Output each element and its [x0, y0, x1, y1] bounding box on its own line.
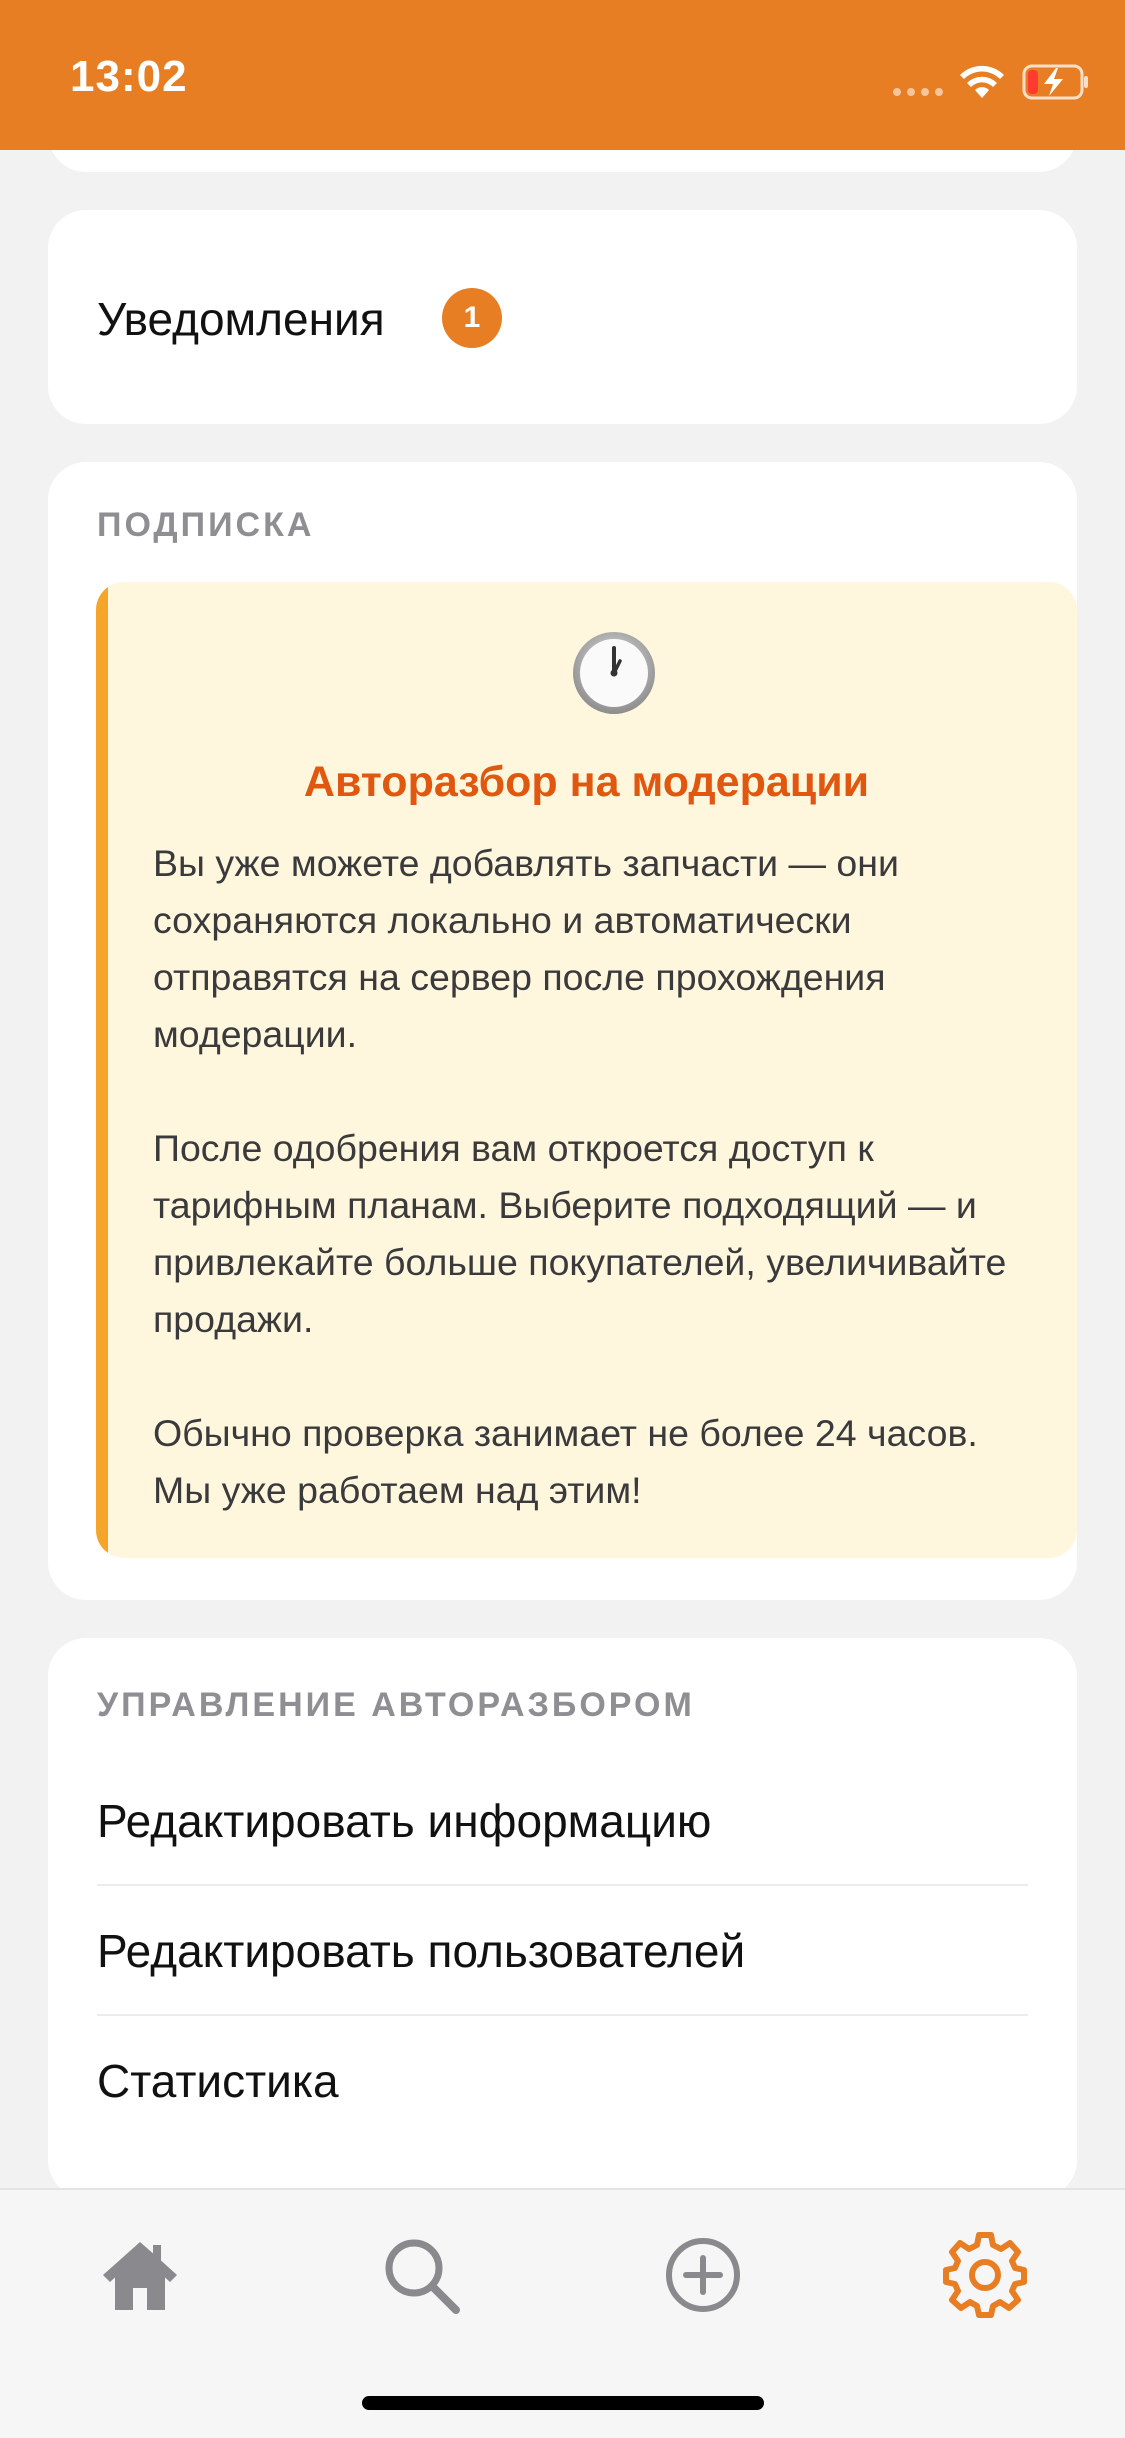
tab-settings[interactable] [940, 2230, 1030, 2320]
management-card: УПРАВЛЕНИЕ АВТОРАЗБОРОМ Редактировать ин… [48, 1638, 1077, 2198]
moderation-paragraph: После одобрения вам откроется доступ к т… [153, 1127, 1007, 1340]
search-icon [385, 2239, 460, 2314]
status-time: 13:02 [70, 52, 188, 101]
status-bar: 13:02 [0, 0, 1125, 150]
battery-charging-icon [1022, 64, 1088, 100]
cellular-signal-icon [893, 88, 945, 98]
moderation-paragraph: Обычно проверка занимает не более 24 час… [153, 1412, 978, 1511]
notifications-label: Уведомления [97, 293, 385, 345]
home-indicator [362, 2396, 764, 2410]
notice-accent-bar [96, 582, 108, 1558]
notifications-row[interactable]: Уведомления 1 [48, 210, 1077, 424]
statistics-item[interactable]: Статистика [97, 2016, 1028, 2146]
subscription-card: ПОДПИСКА Авторазбор на модерации Вы уже … [48, 462, 1077, 1600]
edit-users-item[interactable]: Редактировать пользователей [97, 1886, 1028, 2016]
gear-icon [943, 2232, 1027, 2318]
moderation-notice: Авторазбор на модерации Вы уже можете до… [96, 582, 1077, 1558]
moderation-heading: Авторазбор на модерации [303, 758, 870, 806]
tab-search[interactable] [376, 2230, 466, 2320]
moderation-text: Вы уже можете добавлять запчасти — они с… [153, 835, 1043, 1519]
add-circle-icon [666, 2238, 740, 2312]
subscription-section-title: ПОДПИСКА [97, 506, 315, 544]
edit-info-item[interactable]: Редактировать информацию [97, 1756, 1028, 1886]
moderation-paragraph: Вы уже можете добавлять запчасти — они с… [153, 842, 899, 1055]
wifi-icon [960, 65, 1004, 98]
home-icon [103, 2242, 177, 2310]
notifications-count-badge: 1 [442, 288, 502, 348]
management-section-title: УПРАВЛЕНИЕ АВТОРАЗБОРОМ [97, 1686, 695, 1724]
clock-icon [573, 632, 655, 714]
tab-add[interactable] [658, 2230, 748, 2320]
tab-home[interactable] [95, 2230, 185, 2320]
